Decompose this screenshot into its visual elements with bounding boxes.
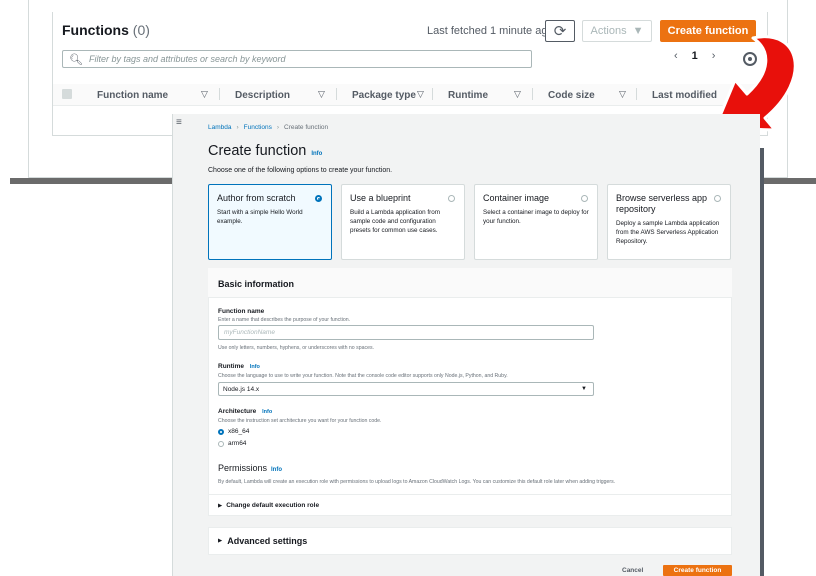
runtime-label: Runtime Info (218, 363, 260, 370)
refresh-button[interactable]: ⟳ (545, 20, 575, 42)
function-name-label: Function name (218, 308, 265, 315)
section-divider (208, 494, 732, 495)
radio-icon[interactable] (714, 195, 721, 202)
radio-selected-icon[interactable] (315, 195, 322, 202)
runtime-description: Choose the language to use to write your… (218, 373, 508, 379)
architecture-label-text: Architecture (218, 408, 257, 415)
architecture-description: Choose the instruction set architecture … (218, 418, 382, 424)
column-header-runtime[interactable]: Runtime (448, 90, 488, 101)
caret-down-icon: ▼ (581, 386, 587, 392)
runtime-selected-value: Node.js 14.x (223, 385, 260, 393)
breadcrumb-current: Create function (284, 124, 329, 131)
column-divider (636, 88, 637, 100)
chevron-right-icon: › (236, 124, 239, 131)
column-header-package-type[interactable]: Package type (352, 90, 416, 101)
breadcrumb-functions[interactable]: Functions (244, 124, 272, 131)
option-title: Use a blueprint (350, 193, 411, 203)
search-icon: 🔍︎ (69, 53, 83, 66)
chevron-right-icon: › (276, 124, 280, 131)
column-divider (532, 88, 533, 100)
radio-selected-icon[interactable] (218, 428, 224, 435)
architecture-option-label: x86_64 (228, 428, 250, 435)
option-container-image[interactable]: Container image Select a container image… (474, 184, 598, 260)
page-title: Create function Info (208, 143, 322, 159)
radio-icon[interactable] (581, 195, 588, 202)
info-link[interactable]: Info (311, 151, 322, 157)
function-name-hint: Use only letters, numbers, hyphens, or u… (218, 345, 374, 351)
column-divider (432, 88, 433, 100)
refresh-icon: ⟳ (553, 23, 567, 40)
radio-icon[interactable] (218, 440, 224, 447)
caret-right-icon: ▶ (218, 502, 223, 509)
scrollbar[interactable] (760, 148, 764, 576)
breadcrumb: Lambda › Functions › Create function (208, 124, 328, 131)
option-author-from-scratch[interactable]: Author from scratch Start with a simple … (208, 184, 332, 260)
functions-title-text: Functions (62, 22, 129, 38)
cancel-button[interactable]: Cancel (622, 567, 643, 574)
functions-count: (0) (132, 22, 150, 38)
info-link[interactable]: Info (250, 364, 260, 370)
sort-icon[interactable]: ▽ (318, 89, 325, 100)
sort-icon[interactable]: ▽ (417, 89, 424, 100)
column-header-description[interactable]: Description (235, 90, 290, 101)
function-name-description: Enter a name that describes the purpose … (218, 317, 351, 323)
option-title: Browse serverless app repository (616, 193, 708, 214)
radio-icon[interactable] (448, 195, 455, 202)
column-header-code-size[interactable]: Code size (548, 90, 595, 101)
column-header-function-name[interactable]: Function name (97, 90, 168, 101)
page-subtitle: Choose one of the following options to c… (208, 167, 393, 174)
info-link[interactable]: Info (262, 409, 272, 415)
architecture-label: Architecture Info (218, 408, 272, 415)
breadcrumb-lambda[interactable]: Lambda (208, 124, 232, 131)
option-title: Author from scratch (217, 193, 296, 203)
option-title: Container image (483, 193, 550, 203)
menu-icon[interactable]: ≡ (176, 117, 182, 128)
architecture-option-label: arm64 (228, 440, 247, 447)
permissions-title-text: Permissions (218, 463, 268, 473)
sort-icon[interactable]: ▽ (201, 89, 208, 100)
runtime-label-text: Runtime (218, 363, 244, 370)
change-role-label: Change default execution role (226, 502, 320, 509)
page-divider-left (10, 178, 182, 184)
actions-label: Actions (590, 25, 627, 37)
architecture-option-x86[interactable]: x86_64 (218, 428, 249, 435)
actions-dropdown-button[interactable]: Actions ▼ (582, 20, 652, 42)
change-execution-role-toggle[interactable]: ▶ Change default execution role (218, 502, 319, 509)
column-divider (336, 88, 337, 100)
filter-search-input[interactable] (88, 54, 529, 64)
advanced-settings-toggle[interactable]: ▶ Advanced settings (218, 536, 307, 546)
basic-information-title: Basic information (218, 279, 295, 289)
runtime-select[interactable]: Node.js 14.x ▼ (218, 382, 594, 396)
page-number[interactable]: 1 (692, 50, 698, 62)
architecture-option-arm[interactable]: arm64 (218, 440, 246, 447)
page-divider-right (760, 178, 816, 184)
last-fetched-text: Last fetched 1 minute ago (427, 25, 554, 37)
create-function-button[interactable]: Create function (663, 565, 732, 576)
info-link[interactable]: Info (271, 467, 282, 473)
prev-page-icon[interactable]: ‹ (674, 50, 678, 62)
option-browse-serverless-repo[interactable]: Browse serverless app repository Deploy … (607, 184, 731, 260)
caret-right-icon: ▶ (218, 538, 223, 544)
option-description: Build a Lambda application from sample c… (350, 208, 440, 235)
page-title-text: Create function (208, 143, 307, 159)
sort-icon[interactable]: ▽ (619, 89, 626, 100)
function-name-input[interactable] (218, 325, 594, 340)
filter-search-box[interactable]: 🔍︎ (62, 50, 532, 68)
caret-down-icon: ▼ (632, 25, 644, 37)
column-divider (219, 88, 220, 100)
option-use-blueprint[interactable]: Use a blueprint Build a Lambda applicati… (341, 184, 465, 260)
sort-icon[interactable]: ▽ (514, 89, 521, 100)
select-all-checkbox[interactable] (62, 89, 72, 99)
option-description: Deploy a sample Lambda application from … (616, 219, 720, 245)
advanced-settings-label: Advanced settings (227, 536, 308, 546)
permissions-title: Permissions Info (218, 463, 282, 473)
permissions-description: By default, Lambda will create an execut… (218, 479, 616, 485)
option-description: Select a container image to deploy for y… (483, 208, 589, 225)
option-description: Start with a simple Hello World example. (217, 208, 303, 225)
functions-title: Functions (0) (62, 22, 150, 38)
